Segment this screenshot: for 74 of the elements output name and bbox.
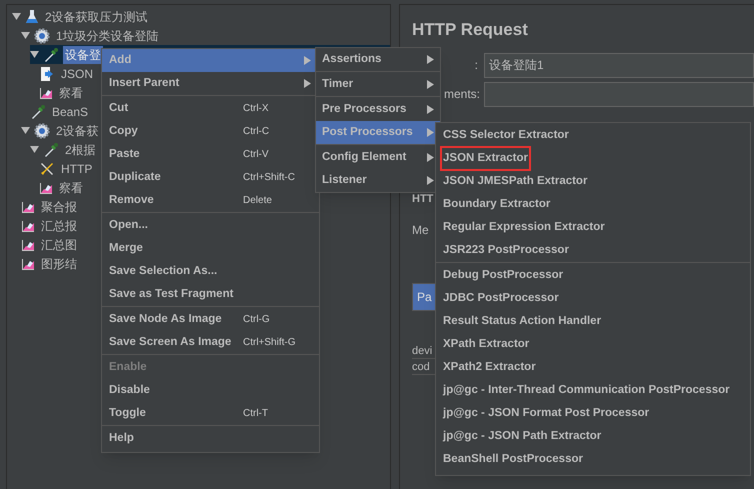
tree-item[interactable]: 察看 <box>57 84 85 102</box>
menu-item[interactable]: Help <box>102 427 319 450</box>
expanded-arrow-icon[interactable] <box>30 145 39 154</box>
menu-item[interactable]: JSON Extractor <box>442 148 530 170</box>
menu-item[interactable]: XPath2 Extractor <box>442 356 537 378</box>
tree-item[interactable]: 聚合报 <box>39 198 79 216</box>
menu-item[interactable]: Toggle Ctrl-T <box>102 402 319 425</box>
chart-icon <box>21 200 35 214</box>
menu-item[interactable]: Pre Processors <box>316 98 440 121</box>
name-field[interactable]: 设备登陆1 <box>484 52 754 78</box>
expanded-arrow-icon[interactable] <box>21 126 30 135</box>
tree-item[interactable]: 汇总报 <box>39 216 79 234</box>
comments-field[interactable] <box>484 82 754 106</box>
menu-item[interactable]: Copy Ctrl-C <box>102 120 319 143</box>
tree-item[interactable]: BeanS <box>50 102 90 120</box>
document-arrow-icon <box>39 66 55 82</box>
menu-item[interactable]: Save Node As Image Ctrl-G <box>102 308 319 331</box>
menu-item[interactable]: Debug PostProcessor <box>442 264 564 286</box>
expanded-arrow-icon[interactable] <box>21 31 30 40</box>
menu-item[interactable]: JSON JMESPath Extractor <box>442 170 588 192</box>
tab[interactable]: Pa <box>412 283 436 311</box>
panel-title: HTTP Request <box>412 19 528 41</box>
menu-item[interactable]: Open... <box>102 214 319 237</box>
gear-icon <box>34 28 50 44</box>
menu-item[interactable]: Disable <box>102 379 319 402</box>
menu-item[interactable]: CSS Selector Extractor <box>442 124 570 146</box>
menu-item[interactable]: jp@gc - Inter-Thread Communication PostProcessor <box>442 380 731 402</box>
menu-item[interactable]: Paste Ctrl-V <box>102 143 319 166</box>
tree-item[interactable]: JSON <box>59 64 96 82</box>
menu-item[interactable]: Boundary Extractor <box>442 194 552 216</box>
tree-item[interactable]: 设备登 <box>63 46 103 64</box>
menu-item[interactable]: Timer <box>316 73 440 96</box>
menu-item[interactable]: Remove Delete <box>102 189 319 212</box>
menu-item[interactable]: jp@gc - JSON Format Post Processor <box>442 402 650 424</box>
chart-icon <box>21 238 35 252</box>
tree-item[interactable]: 2根据 <box>63 140 98 158</box>
menu-item[interactable]: JDBC PostProcessor <box>442 288 560 310</box>
tools-icon <box>39 160 55 176</box>
menu-item[interactable]: Duplicate Ctrl+Shift-C <box>102 166 319 189</box>
tree-item[interactable]: 汇总图 <box>39 236 79 254</box>
menu-item[interactable]: jp@gc - JSON Path Extractor <box>442 426 602 448</box>
pipette-icon <box>43 46 59 62</box>
menu-item[interactable]: Save Screen As Image Ctrl+Shift-G <box>102 331 319 354</box>
tree-item[interactable]: 察看 <box>57 178 85 196</box>
pipette-icon <box>30 104 46 120</box>
tree-item[interactable]: 2设备获 <box>54 122 101 140</box>
field-label: Me <box>412 222 429 239</box>
pipette-icon <box>43 142 59 158</box>
menu-item[interactable]: Result Status Action Handler <box>442 310 602 332</box>
menu-item[interactable]: Insert Parent <box>102 72 319 95</box>
menu-item[interactable]: JSR223 PostProcessor <box>442 240 570 262</box>
expanded-arrow-icon[interactable] <box>12 12 21 21</box>
menu-item[interactable]: Assertions <box>316 48 440 71</box>
menu-item[interactable]: Regular Expression Extractor <box>442 216 606 238</box>
chart-icon <box>39 180 53 194</box>
field-label: ments: <box>442 86 480 103</box>
menu-item[interactable]: Save as Test Fragment <box>102 283 319 306</box>
menu-item[interactable]: XPath Extractor <box>442 334 530 356</box>
tree-item[interactable]: 图形结 <box>39 254 79 272</box>
chart-icon <box>39 86 53 100</box>
expanded-arrow-icon[interactable] <box>30 50 39 59</box>
gear-icon <box>34 122 50 138</box>
menu-item[interactable]: Cut Ctrl-X <box>102 97 319 120</box>
tree-item[interactable]: 2设备获取压力测试 <box>43 8 150 26</box>
section-label: HTT <box>412 192 434 206</box>
menu-item[interactable]: Save Selection As... <box>102 260 319 283</box>
menu-item[interactable]: BeanShell PostProcessor <box>442 448 584 470</box>
chart-icon <box>21 218 35 232</box>
tree-item[interactable]: HTTP <box>59 160 94 178</box>
field-label: : <box>474 57 478 74</box>
menu-item[interactable]: Merge <box>102 237 319 260</box>
tree-item[interactable]: 1垃圾分类设备登陆 <box>54 26 161 44</box>
flask-icon <box>25 8 39 24</box>
chart-icon <box>21 256 35 270</box>
